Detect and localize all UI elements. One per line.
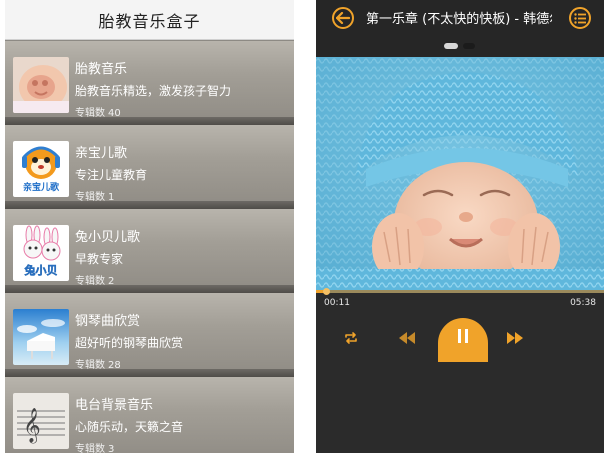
elapsed-time: 00:11	[324, 298, 350, 308]
svg-text:𝄞: 𝄞	[23, 408, 41, 444]
row-divider	[5, 285, 294, 293]
piano-thumbnail	[13, 309, 69, 365]
item-title: 兔小贝儿歌	[75, 230, 141, 245]
item-subtitle: 早教专家	[75, 252, 124, 266]
page-indicator-dot[interactable]	[463, 43, 475, 49]
fast-forward-icon[interactable]	[506, 332, 524, 344]
list-item[interactable]: 钢琴曲欣赏 超好听的钢琴曲欣赏 专辑数 28	[5, 293, 294, 377]
item-subtitle: 心随乐动，天籁之音	[75, 420, 184, 434]
row-divider	[5, 369, 294, 377]
nav-bar: 胎教音乐盒子	[5, 0, 294, 40]
back-arrow-icon	[336, 12, 350, 24]
pregnant-belly-thumbnail	[13, 57, 69, 113]
album-count: 专辑数 3	[75, 444, 115, 453]
song-title: 第一乐章 (不太快的快板) - 韩德尔	[366, 12, 552, 27]
item-title: 亲宝儿歌	[75, 146, 128, 161]
category-screen: 胎教音乐盒子 胎教音乐 胎教音乐精选，激发孩子智力 专辑数 40 亲宝儿歌 亲宝…	[5, 0, 294, 453]
rabbits-logo-text: 兔小贝	[24, 264, 58, 278]
item-title: 钢琴曲欣赏	[75, 314, 141, 329]
list-item[interactable]: 兔小贝 兔小贝儿歌 早教专家 专辑数 2	[5, 209, 294, 293]
page-title: 胎教音乐盒子	[98, 11, 201, 31]
category-list: 胎教音乐 胎教音乐精选，激发孩子智力 专辑数 40 亲宝儿歌 亲宝儿歌 专注儿童…	[5, 41, 294, 453]
list-item[interactable]: 亲宝儿歌 亲宝儿歌 专注儿童教育 专辑数 1	[5, 125, 294, 209]
item-subtitle: 胎教音乐精选，激发孩子智力	[75, 84, 232, 98]
player-screen: 第一乐章 (不太快的快板) - 韩德尔 00:11 05:38	[316, 0, 604, 453]
item-title: 电台背景音乐	[75, 398, 154, 413]
music-staff-thumbnail: 𝄞	[13, 393, 69, 449]
playlist-icon	[574, 12, 586, 24]
row-divider	[5, 201, 294, 209]
item-subtitle: 超好听的钢琴曲欣赏	[75, 336, 184, 350]
list-item[interactable]: 𝄞 电台背景音乐 心随乐动，天籁之音 专辑数 3	[5, 377, 294, 453]
screenshot: 胎教音乐盒子 胎教音乐 胎教音乐精选，激发孩子智力 专辑数 40 亲宝儿歌 亲宝…	[0, 0, 604, 453]
repeat-icon[interactable]	[344, 332, 358, 344]
page-indicator-dot-active[interactable]	[444, 43, 458, 49]
playback-controls	[316, 318, 604, 362]
item-title: 胎教音乐	[75, 62, 128, 77]
playlist-button[interactable]	[569, 7, 591, 29]
row-divider	[5, 117, 294, 125]
rabbits-logo-thumbnail: 兔小贝	[13, 225, 69, 281]
progress-bar[interactable]	[316, 288, 604, 295]
progress-scrubber[interactable]	[322, 288, 330, 295]
list-item[interactable]: 胎教音乐 胎教音乐精选，激发孩子智力 专辑数 40	[5, 41, 294, 125]
item-subtitle: 专注儿童教育	[75, 168, 148, 182]
qinbao-logo-text: 亲宝儿歌	[22, 183, 59, 193]
total-duration: 05:38	[570, 298, 596, 308]
back-button[interactable]	[332, 7, 354, 29]
rewind-icon[interactable]	[398, 332, 416, 344]
pause-icon	[458, 329, 468, 343]
pause-button[interactable]	[438, 318, 488, 362]
album-art-baby-photo	[316, 57, 604, 290]
qinbao-logo-thumbnail: 亲宝儿歌	[13, 141, 69, 197]
